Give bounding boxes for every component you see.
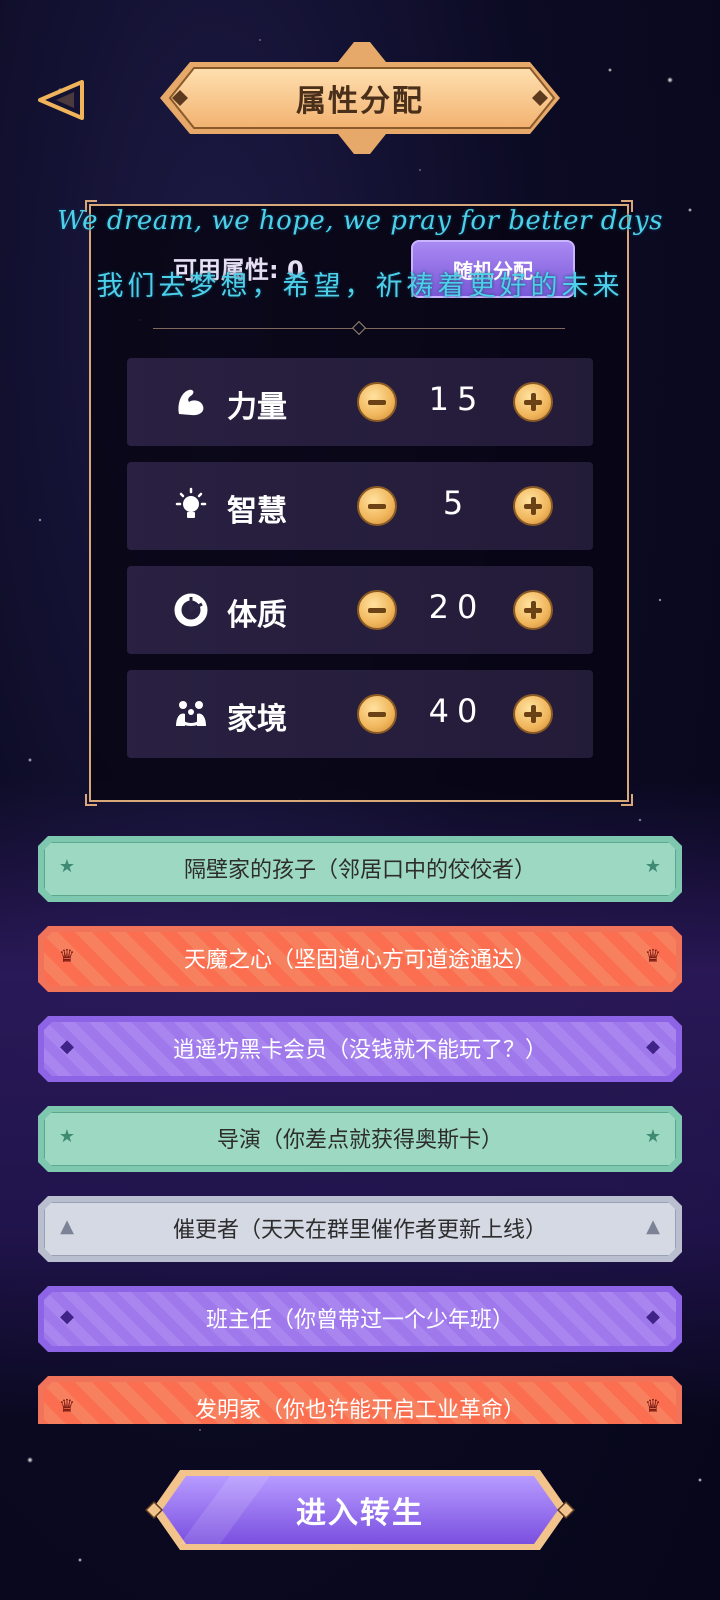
family-people-icon <box>176 701 206 726</box>
increase-wisdom-button[interactable] <box>513 486 553 526</box>
talent-card[interactable]: ◆ 逍遥坊黑卡会员（没钱就不能玩了？） ◆ <box>38 1016 682 1082</box>
decrease-strength-button[interactable] <box>357 382 397 422</box>
constitution-ring-icon <box>174 593 208 627</box>
panel-corner <box>621 794 633 806</box>
enter-button-label: 进入转生 <box>296 1496 424 1531</box>
talent-list[interactable]: ★ 隔壁家的孩子（邻居口中的佼佼者） ★ ♛ 天魔之心（坚固道心方可道途通达） … <box>0 836 720 1424</box>
decrease-wisdom-button[interactable] <box>357 486 397 526</box>
talent-card[interactable]: ▲ 催更者（天天在群里催作者更新上线） ▲ <box>38 1196 682 1262</box>
title-banner: 属性分配 <box>150 42 570 154</box>
lightbulb-icon <box>175 487 207 518</box>
attribute-panel: 可用属性: 0 随机分配 力量 15 智慧 5 体质 20 家境 40 <box>85 200 633 806</box>
attribute-name: 力量 <box>227 390 287 425</box>
crown-icon: ♛ <box>644 1396 662 1417</box>
panel-divider <box>153 320 565 336</box>
page-title: 属性分配 <box>296 84 424 119</box>
attribute-name: 家境 <box>227 702 287 737</box>
attribute-row-family: 家境 40 <box>127 670 593 758</box>
attribute-row-constitution: 体质 20 <box>127 566 593 654</box>
attribute-value: 40 <box>428 692 486 730</box>
talent-card[interactable]: ◆ 班主任（你曾带过一个少年班） ◆ <box>38 1286 682 1352</box>
attribute-row-wisdom: 智慧 5 <box>127 462 593 550</box>
talent-card[interactable]: ♛ 天魔之心（坚固道心方可道途通达） ♛ <box>38 926 682 992</box>
talent-label: 发明家（你也许能开启工业革命） <box>194 1398 525 1423</box>
gem-icon: ◆ <box>646 1306 660 1327</box>
attribute-value: 5 <box>442 484 472 522</box>
talent-label: 逍遥坊黑卡会员（没钱就不能玩了？） <box>172 1038 547 1063</box>
attribute-name: 体质 <box>227 598 287 633</box>
panel-corner <box>85 794 97 806</box>
star-icon: ★ <box>644 1126 662 1147</box>
decrease-constitution-button[interactable] <box>357 590 397 630</box>
divider-diamond <box>351 320 367 336</box>
available-points-label: 可用属性: 0 <box>173 256 304 284</box>
triangle-icon: ▲ <box>646 1216 660 1237</box>
attribute-name: 智慧 <box>227 494 287 529</box>
talent-label: 导演（你差点就获得奥斯卡） <box>216 1128 503 1153</box>
increase-constitution-button[interactable] <box>513 590 553 630</box>
back-button[interactable] <box>36 78 86 122</box>
talent-label: 天魔之心（坚固道心方可道途通达） <box>183 948 536 973</box>
gem-icon: ◆ <box>646 1036 660 1057</box>
increase-strength-button[interactable] <box>513 382 553 422</box>
enter-reincarnation-button[interactable]: 进入转生 <box>140 1468 580 1552</box>
attribute-value: 15 <box>428 380 486 418</box>
panel-corner <box>621 200 633 212</box>
talent-label: 班主任（你曾带过一个少年班） <box>205 1308 514 1333</box>
talent-label: 隔壁家的孩子（邻居口中的佼佼者） <box>183 858 536 883</box>
talent-card[interactable]: ★ 隔壁家的孩子（邻居口中的佼佼者） ★ <box>38 836 682 902</box>
strength-arm-icon <box>178 389 204 416</box>
talent-label: 催更者（天天在群里催作者更新上线） <box>172 1218 547 1243</box>
random-allocate-button[interactable]: 随机分配 <box>411 240 575 298</box>
attribute-row-strength: 力量 15 <box>127 358 593 446</box>
talent-card[interactable]: ♛ 发明家（你也许能开启工业革命） ♛ <box>38 1376 682 1424</box>
talent-card[interactable]: ★ 导演（你差点就获得奥斯卡） ★ <box>38 1106 682 1172</box>
star-icon: ★ <box>644 856 662 877</box>
increase-family-button[interactable] <box>513 694 553 734</box>
panel-corner <box>85 200 97 212</box>
crown-icon: ♛ <box>644 946 662 967</box>
attribute-value: 20 <box>428 588 486 626</box>
decrease-family-button[interactable] <box>357 694 397 734</box>
back-triangle-icon <box>38 80 84 120</box>
